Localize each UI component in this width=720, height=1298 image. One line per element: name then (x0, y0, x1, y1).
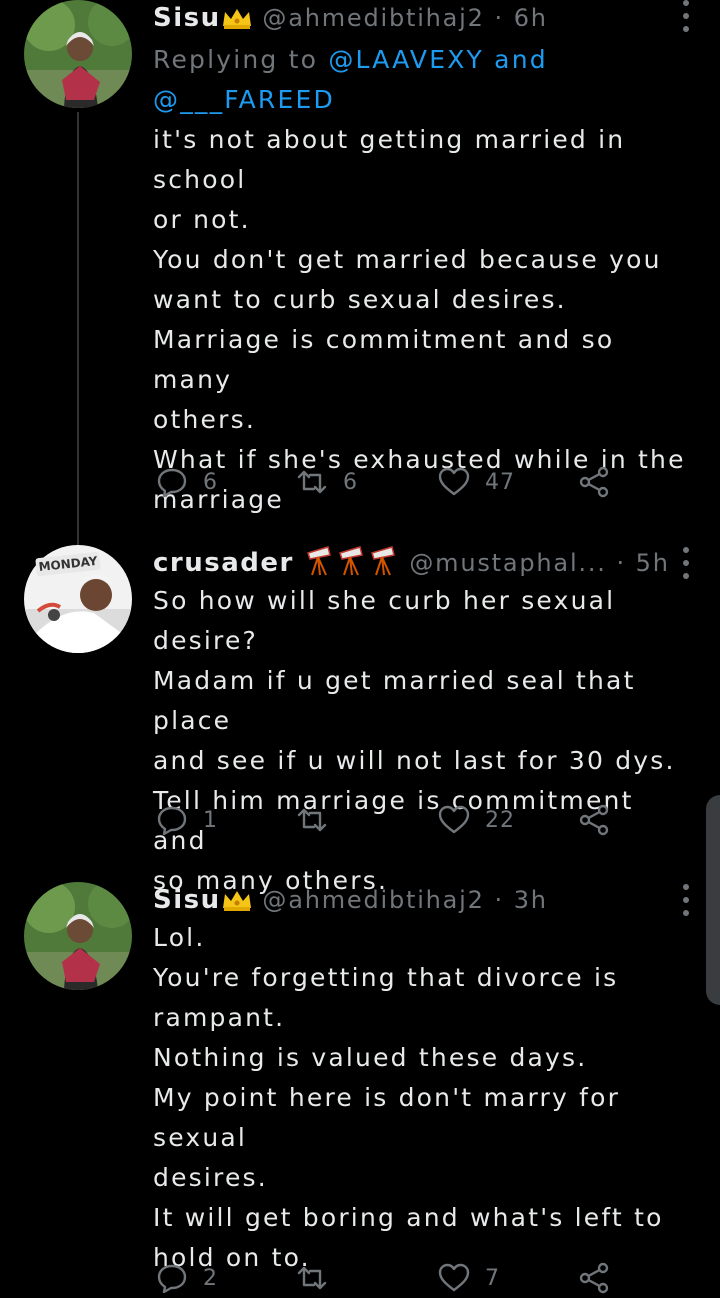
user-handle[interactable]: @ahmedibtihaj2 (262, 4, 484, 32)
share-icon (579, 1262, 609, 1294)
reply-button[interactable]: 1 (155, 800, 218, 840)
more-options-icon[interactable] (678, 0, 694, 32)
tweet-2[interactable]: MONDAY crusader @mustaphal... · 5h So ho… (0, 545, 720, 895)
more-options-icon[interactable] (678, 884, 694, 916)
share-button[interactable] (577, 462, 625, 502)
share-icon (579, 466, 609, 498)
share-icon (579, 804, 609, 836)
timestamp[interactable]: 6h (514, 4, 548, 32)
tweet-actions: 1 22 (155, 800, 635, 840)
display-name[interactable]: crusader (153, 548, 294, 578)
avatar[interactable] (24, 882, 132, 990)
reply-icon (157, 468, 187, 498)
reply-count: 6 (203, 469, 218, 495)
like-icon (438, 805, 470, 834)
share-button[interactable] (577, 1258, 625, 1298)
retweet-button[interactable]: 6 (295, 462, 358, 502)
timestamp[interactable]: 3h (514, 886, 548, 914)
retweet-button[interactable] (295, 800, 343, 840)
retweet-icon (297, 808, 327, 832)
retweet-icon (297, 470, 327, 494)
tweet-header: Sisu @ahmedibtihaj2 · 6h (153, 0, 694, 36)
retweet-button[interactable] (295, 1258, 343, 1298)
separator-dot: · (494, 4, 504, 32)
tweet-header: crusader @mustaphal... · 5h (153, 545, 694, 581)
crown-icon (222, 891, 251, 911)
like-button[interactable]: 47 (437, 462, 515, 502)
telescope-icon (306, 546, 395, 576)
like-icon (438, 1263, 470, 1292)
like-count: 7 (485, 1265, 500, 1291)
retweet-count: 6 (343, 469, 358, 495)
tweet-text: So how will she curb her sexual desire? … (153, 586, 676, 895)
separator-dot: · (616, 549, 626, 577)
like-button[interactable]: 7 (437, 1258, 500, 1298)
tweet-header: Sisu @ahmedibtihaj2 · 3h (153, 882, 694, 918)
mention-link[interactable]: @LAAVEXY (328, 45, 484, 74)
tweet-actions: 2 7 (155, 1258, 635, 1298)
tweet-text: Lol. You're forgetting that divorce is r… (153, 923, 664, 1272)
reply-button[interactable]: 6 (155, 462, 218, 502)
like-count: 47 (485, 469, 515, 495)
mention-link[interactable]: @___FAREED (153, 85, 335, 114)
share-button[interactable] (577, 800, 625, 840)
display-name[interactable]: Sisu (153, 885, 221, 915)
tweet-text: it's not about getting married in school… (153, 125, 686, 514)
display-name[interactable]: Sisu (153, 3, 221, 33)
retweet-icon (297, 1266, 327, 1290)
tweet-3[interactable]: Sisu @ahmedibtihaj2 · 3h Lol. You're for… (0, 882, 720, 1294)
user-handle[interactable]: @mustaphal... (409, 549, 606, 577)
crown-icon (222, 9, 251, 29)
reply-count: 1 (203, 807, 218, 833)
like-count: 22 (485, 807, 515, 833)
separator-dot: · (494, 886, 504, 914)
like-button[interactable]: 22 (437, 800, 515, 840)
replying-to-label: Replying to (153, 45, 319, 74)
tweet-actions: 6 6 47 (155, 462, 635, 502)
tweet-1[interactable]: Sisu @ahmedibtihaj2 · 6h Replying to @LA… (0, 0, 720, 520)
reply-count: 2 (203, 1265, 218, 1291)
timestamp[interactable]: 5h (636, 549, 670, 577)
reply-icon (157, 1264, 187, 1294)
user-handle[interactable]: @ahmedibtihaj2 (262, 886, 484, 914)
like-icon (438, 467, 470, 496)
replying-to: Replying to @LAAVEXY and @___FAREED (153, 40, 694, 120)
avatar[interactable] (24, 0, 132, 108)
reply-button[interactable]: 2 (155, 1258, 218, 1298)
more-options-icon[interactable] (678, 547, 694, 579)
mention-and: and (494, 45, 548, 74)
reply-icon (157, 806, 187, 836)
scrollbar-handle[interactable] (706, 795, 720, 1005)
